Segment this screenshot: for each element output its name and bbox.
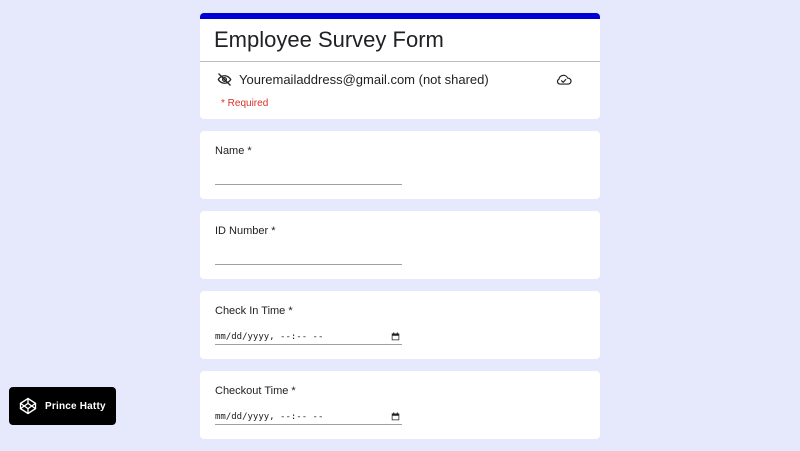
- question-name: Name *: [200, 131, 600, 199]
- question-label: ID Number *: [215, 225, 276, 237]
- form-header-card: Employee Survey Form Youremailaddress@gm…: [200, 13, 600, 119]
- question-label: Checkout Time *: [215, 385, 296, 397]
- codepen-icon: [19, 397, 37, 415]
- author-badge[interactable]: Prince Hatty: [9, 387, 116, 425]
- calendar-icon[interactable]: [391, 332, 402, 341]
- survey-form: Employee Survey Form Youremailaddress@gm…: [200, 13, 600, 451]
- form-title: Employee Survey Form: [214, 27, 444, 52]
- datetime-placeholder: mm/dd/yyyy, --:-- --: [215, 331, 324, 342]
- question-label: Check In Time *: [215, 305, 293, 317]
- name-input[interactable]: [215, 167, 402, 185]
- required-note: * Required: [221, 98, 269, 109]
- datetime-placeholder: mm/dd/yyyy, --:-- --: [215, 411, 324, 422]
- check-in-datetime-input[interactable]: mm/dd/yyyy, --:-- --: [215, 329, 402, 345]
- question-label: Name *: [215, 145, 252, 157]
- eye-off-icon: [217, 72, 232, 87]
- checkout-datetime-input[interactable]: mm/dd/yyyy, --:-- --: [215, 409, 402, 425]
- author-name: Prince Hatty: [45, 400, 106, 412]
- question-id-number: ID Number *: [200, 211, 600, 279]
- form-title-row: Employee Survey Form: [200, 19, 600, 62]
- question-check-in-time: Check In Time * mm/dd/yyyy, --:-- --: [200, 291, 600, 359]
- account-email: Youremailaddress@gmail.com (not shared): [239, 71, 489, 87]
- calendar-icon[interactable]: [391, 412, 402, 421]
- cloud-done-icon: [555, 73, 572, 86]
- account-row: Youremailaddress@gmail.com (not shared): [200, 62, 600, 96]
- id-number-input[interactable]: [215, 247, 402, 265]
- question-checkout-time: Checkout Time * mm/dd/yyyy, --:-- --: [200, 371, 600, 439]
